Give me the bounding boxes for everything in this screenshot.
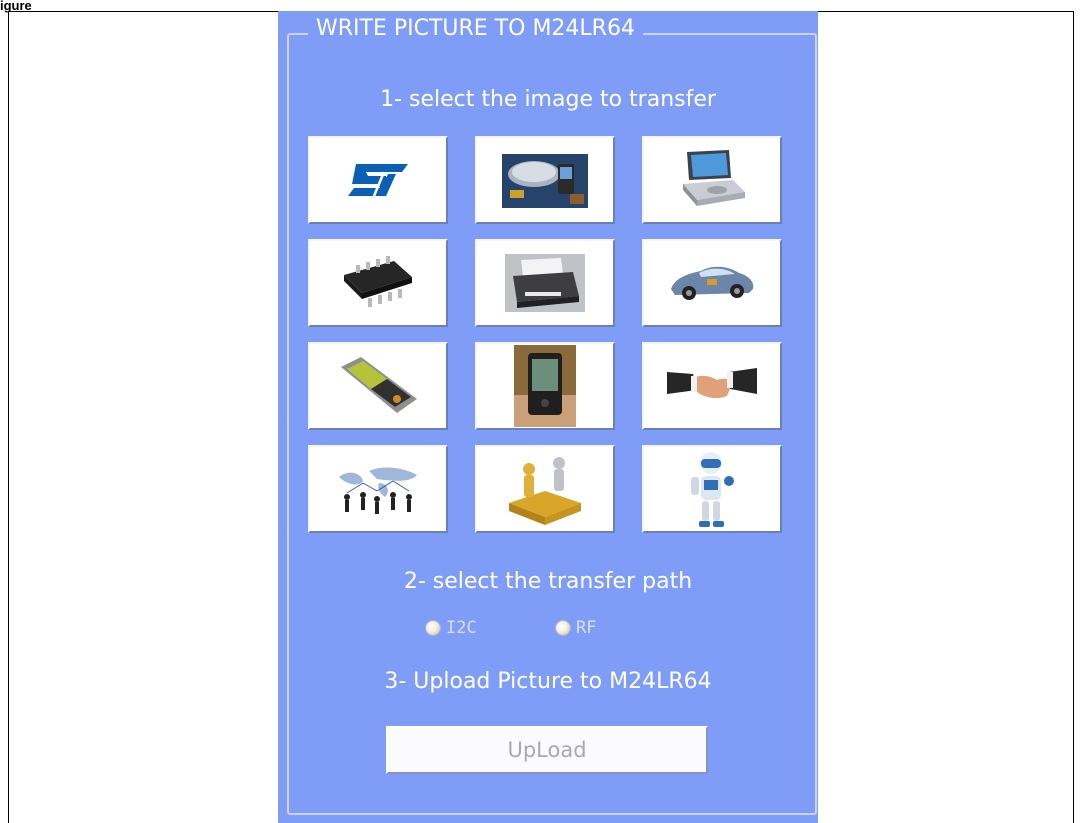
image-tile-car[interactable] bbox=[642, 239, 782, 327]
image-tile-pda[interactable] bbox=[475, 342, 615, 430]
image-tile-chip[interactable] bbox=[308, 239, 448, 327]
radio-rf[interactable]: RF bbox=[556, 618, 596, 638]
panel-title: WRITE PICTURE TO M24LR64 bbox=[308, 13, 643, 45]
image-tile-handshake[interactable] bbox=[642, 342, 782, 430]
pda-in-hand-icon bbox=[514, 345, 576, 427]
chip-wafer-phone-icon bbox=[502, 154, 588, 208]
handheld-device-icon bbox=[341, 357, 417, 413]
step-3-label: 3- Upload Picture to M24LR64 bbox=[384, 669, 712, 694]
robot-icon bbox=[691, 452, 734, 527]
portable-dvd-player-icon bbox=[683, 150, 745, 206]
upload-button[interactable]: UpLoad bbox=[386, 726, 708, 774]
radio-rf-label: RF bbox=[576, 618, 597, 638]
soic-chip-icon bbox=[344, 256, 412, 307]
radio-i2c[interactable]: I2C bbox=[426, 618, 477, 638]
image-tile-dvd-player[interactable] bbox=[642, 136, 782, 224]
radio-i2c-label: I2C bbox=[446, 618, 477, 638]
handshake-icon bbox=[667, 368, 757, 399]
image-tile-robot[interactable] bbox=[642, 445, 782, 533]
puzzle-people-icon bbox=[509, 457, 581, 525]
st-logo-icon bbox=[348, 164, 408, 197]
image-tile-wafer-phone[interactable] bbox=[475, 136, 615, 224]
step-2-label: 2- select the transfer path bbox=[403, 569, 693, 594]
image-tile-printer[interactable] bbox=[475, 239, 615, 327]
image-tile-puzzle-people[interactable] bbox=[475, 445, 615, 533]
image-tile-handheld[interactable] bbox=[308, 342, 448, 430]
printer-icon bbox=[505, 254, 585, 312]
image-tile-world-network[interactable] bbox=[308, 445, 448, 533]
world-network-icon bbox=[339, 467, 417, 514]
radio-i2c-button[interactable] bbox=[426, 621, 440, 635]
step-1-label: 1- select the image to transfer bbox=[380, 87, 716, 112]
write-picture-panel: WRITE PICTURE TO M24LR64 1- select the i… bbox=[278, 11, 818, 823]
car-icon bbox=[671, 266, 754, 300]
radio-rf-button[interactable] bbox=[556, 621, 570, 635]
image-tile-st-logo[interactable] bbox=[308, 136, 448, 224]
